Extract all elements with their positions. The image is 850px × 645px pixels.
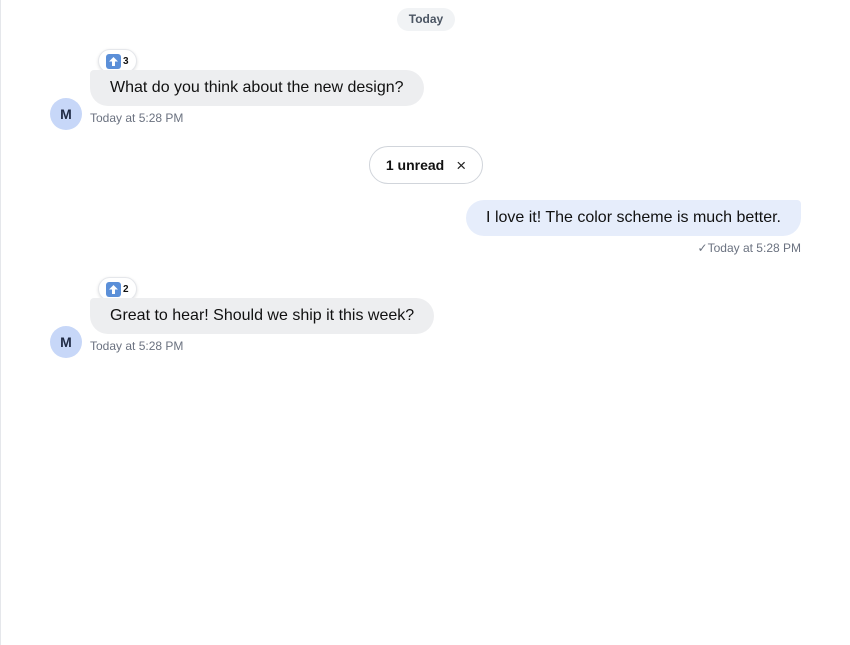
up-arrow-emoji-icon	[106, 53, 121, 69]
message-bubble[interactable]: Great to hear! Should we ship it this we…	[90, 298, 435, 334]
message-meta: ✓Today at 5:28 PM	[698, 241, 801, 255]
message-bubble[interactable]: I love it! The color scheme is much bett…	[466, 200, 801, 236]
message-timestamp: Today at 5:28 PM	[707, 241, 801, 255]
avatar[interactable]: M	[50, 98, 82, 130]
date-divider: Today	[397, 8, 455, 31]
unread-label: 1 unread	[385, 157, 445, 173]
reaction-count: 2	[123, 283, 129, 295]
unread-banner[interactable]: 1 unread ×	[369, 146, 483, 184]
avatar[interactable]: M	[50, 326, 82, 358]
reaction-count: 3	[123, 55, 129, 67]
close-icon[interactable]: ×	[456, 157, 466, 174]
up-arrow-emoji-icon	[106, 281, 121, 297]
message-bubble[interactable]: What do you think about the new design?	[90, 70, 424, 106]
chat-thread: Today 3 What do you think about the new …	[0, 0, 850, 645]
check-icon: ✓	[697, 241, 708, 255]
message-timestamp: Today at 5:28 PM	[90, 111, 184, 125]
message-timestamp: Today at 5:28 PM	[90, 339, 184, 353]
